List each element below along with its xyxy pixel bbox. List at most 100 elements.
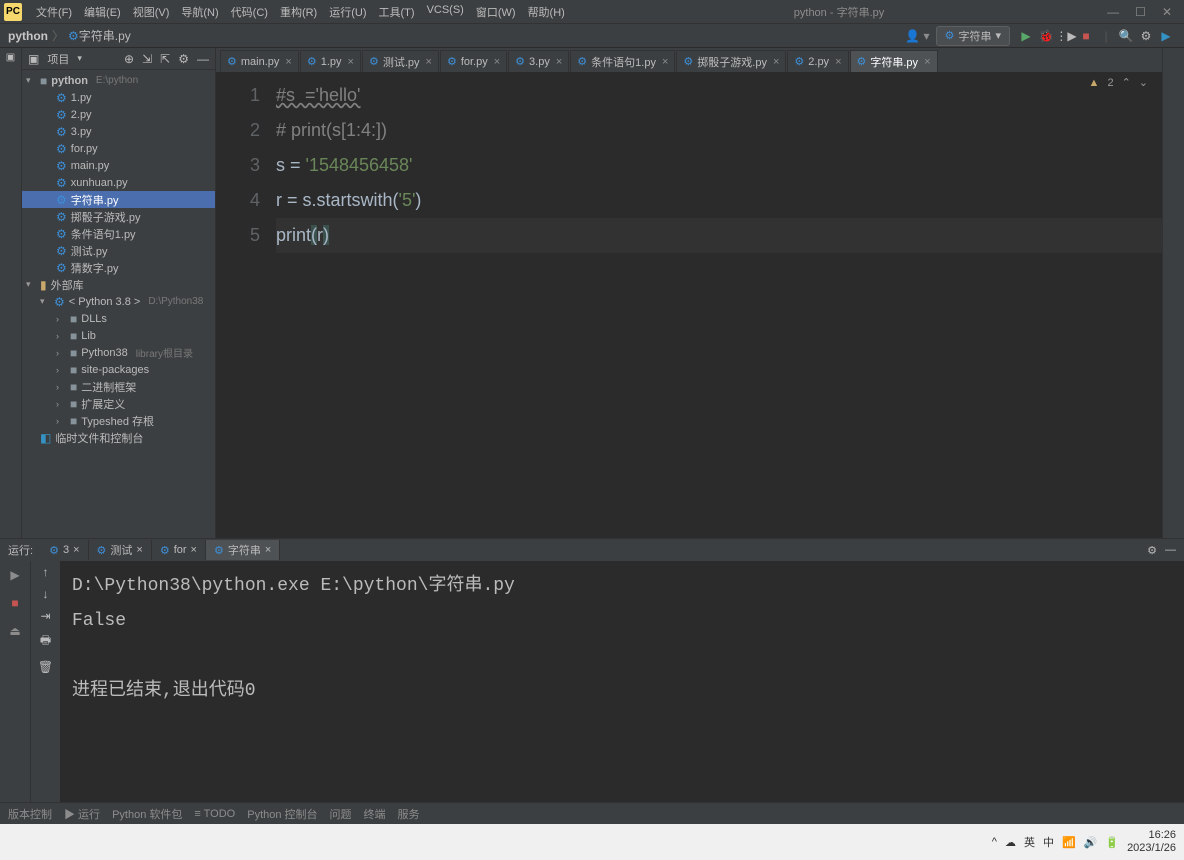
run-tab[interactable]: ⚙测试×	[89, 540, 152, 560]
maximize-icon[interactable]: ☐	[1135, 5, 1146, 19]
menu-item[interactable]: 文件(F)	[30, 4, 78, 20]
close-tab-icon[interactable]: ×	[494, 56, 500, 68]
tree-scratch[interactable]: ◧ 临时文件和控制台	[22, 429, 215, 446]
chevron-down-icon[interactable]: ⌄	[1139, 76, 1148, 89]
run-tab[interactable]: ⚙字符串×	[206, 540, 280, 560]
tree-lib[interactable]: ›■扩展定义	[22, 395, 215, 412]
menu-item[interactable]: 视图(V)	[127, 4, 176, 20]
tray-ime[interactable]: 中	[1043, 834, 1054, 850]
close-tab-icon[interactable]: ×	[662, 56, 668, 68]
editor-tab[interactable]: ⚙掷骰子游戏.py×	[676, 50, 786, 72]
close-tab-icon[interactable]: ×	[136, 544, 142, 556]
bottom-tool-item[interactable]: 服务	[398, 806, 420, 822]
settings-icon[interactable]: ⚙	[178, 52, 189, 66]
tree-file[interactable]: ⚙xunhuan.py	[22, 174, 215, 191]
down-button[interactable]: ↓	[43, 587, 49, 601]
tree-file[interactable]: ⚙2.py	[22, 106, 215, 123]
close-tab-icon[interactable]: ×	[73, 544, 79, 556]
bottom-tool-item[interactable]: Python 控制台	[247, 806, 317, 822]
select-opened-icon[interactable]: ⊕	[124, 52, 134, 66]
close-tab-icon[interactable]: ×	[924, 56, 930, 68]
editor-tab[interactable]: ⚙2.py×	[787, 50, 848, 72]
project-tool-icon[interactable]: ▣	[6, 52, 15, 63]
settings-icon[interactable]: ⚙	[1147, 544, 1157, 557]
hide-icon[interactable]: —	[197, 52, 209, 66]
run-tab[interactable]: ⚙for×	[152, 540, 206, 560]
exit-button[interactable]: ⏏	[5, 621, 25, 641]
stop-button[interactable]: ■	[5, 593, 25, 613]
close-tab-icon[interactable]: ×	[285, 56, 291, 68]
bottom-tool-item[interactable]: 版本控制	[8, 806, 52, 822]
bottom-tool-item[interactable]: ≡ TODO	[194, 808, 235, 820]
sidebar-title[interactable]: 项目	[47, 51, 69, 67]
tray-lang[interactable]: 英	[1024, 834, 1035, 850]
tree-root[interactable]: ▾ ■ python E:\python	[22, 72, 215, 89]
bottom-tool-item[interactable]: 问题	[330, 806, 352, 822]
menu-item[interactable]: 工具(T)	[373, 4, 421, 20]
breadcrumb-project[interactable]: python	[8, 29, 48, 43]
tree-file[interactable]: ⚙字符串.py	[22, 191, 215, 208]
more-run-button[interactable]: ⋮▶	[1056, 26, 1076, 46]
tree-file[interactable]: ⚙掷骰子游戏.py	[22, 208, 215, 225]
chevron-up-icon[interactable]: ⌃	[1122, 76, 1131, 89]
hide-icon[interactable]: —	[1165, 544, 1176, 556]
run-button[interactable]: ▶	[1016, 26, 1036, 46]
menu-item[interactable]: 编辑(E)	[78, 4, 127, 20]
menu-item[interactable]: 导航(N)	[175, 4, 224, 20]
editor-tab[interactable]: ⚙main.py×	[220, 50, 299, 72]
tree-lib[interactable]: ›■site-packages	[22, 361, 215, 378]
tray-date[interactable]: 2023/1/26	[1127, 842, 1176, 855]
run-tab[interactable]: ⚙3×	[41, 540, 88, 560]
search-icon[interactable]: 🔍	[1116, 26, 1136, 46]
tree-lib[interactable]: ›■Typeshed 存根	[22, 412, 215, 429]
code-content[interactable]: #s ='hello'# print(s[1:4:])s = '15484564…	[276, 72, 1162, 538]
editor-tab[interactable]: ⚙1.py×	[300, 50, 361, 72]
console-output[interactable]: D:\Python38\python.exe E:\python\字符串.py …	[60, 561, 1184, 802]
tray-time[interactable]: 16:26	[1127, 829, 1176, 842]
tree-file[interactable]: ⚙测试.py	[22, 242, 215, 259]
up-button[interactable]: ↑	[43, 565, 49, 579]
bottom-tool-item[interactable]: Python 软件包	[112, 806, 182, 822]
close-tab-icon[interactable]: ×	[835, 56, 841, 68]
editor-tab[interactable]: ⚙测试.py×	[362, 50, 439, 72]
tree-file[interactable]: ⚙猜数字.py	[22, 259, 215, 276]
close-tab-icon[interactable]: ×	[348, 56, 354, 68]
close-tab-icon[interactable]: ×	[191, 544, 197, 556]
tray-battery-icon[interactable]: 🔋	[1105, 836, 1119, 849]
tree-external-libs[interactable]: ▾ ▮ 外部库	[22, 276, 215, 293]
run-config-selector[interactable]: ⚙ 字符串 ▾	[936, 26, 1010, 46]
tree-file[interactable]: ⚙条件语句1.py	[22, 225, 215, 242]
tray-wifi-icon[interactable]: 📶	[1062, 836, 1076, 849]
expand-icon[interactable]: ⇲	[142, 52, 152, 66]
breadcrumb-file[interactable]: 字符串.py	[79, 27, 131, 44]
tree-python-env[interactable]: ▾ ⚙ < Python 3.8 > D:\Python38	[22, 293, 215, 310]
clear-button[interactable]: 🗑	[38, 660, 53, 674]
editor-tab[interactable]: ⚙条件语句1.py×	[570, 50, 675, 72]
rerun-button[interactable]: ▶	[5, 565, 25, 585]
inspection-widget[interactable]: ▲ 2 ⌃ ⌄	[1089, 76, 1148, 89]
tree-lib[interactable]: ›■二进制框架	[22, 378, 215, 395]
tree-lib[interactable]: ›■Python38library根目录	[22, 344, 215, 361]
settings-icon[interactable]: ⚙	[1136, 26, 1156, 46]
user-icon[interactable]: 👤 ▾	[905, 29, 929, 43]
menu-item[interactable]: VCS(S)	[421, 4, 470, 20]
close-tab-icon[interactable]: ×	[265, 544, 271, 556]
tree-file[interactable]: ⚙main.py	[22, 157, 215, 174]
menu-item[interactable]: 代码(C)	[225, 4, 274, 20]
close-tab-icon[interactable]: ×	[556, 56, 562, 68]
print-button[interactable]: 🖶	[40, 631, 51, 652]
bottom-tool-item[interactable]: 终端	[364, 806, 386, 822]
collapse-icon[interactable]: ⇱	[160, 52, 170, 66]
debug-button[interactable]: 🐞	[1036, 26, 1056, 46]
tree-file[interactable]: ⚙3.py	[22, 123, 215, 140]
learn-icon[interactable]: ▶	[1156, 26, 1176, 46]
menu-item[interactable]: 重构(R)	[274, 4, 323, 20]
bottom-tool-item[interactable]: ▶ 运行	[64, 806, 100, 822]
tray-chevron-icon[interactable]: ^	[992, 836, 997, 848]
editor-tab[interactable]: ⚙for.py×	[440, 50, 507, 72]
wrap-button[interactable]: ⇥	[40, 609, 50, 623]
menu-item[interactable]: 运行(U)	[323, 4, 372, 20]
editor-tab[interactable]: ⚙字符串.py×	[850, 50, 938, 72]
tray-volume-icon[interactable]: 🔊	[1084, 836, 1098, 849]
code-editor[interactable]: 12345 #s ='hello'# print(s[1:4:])s = '15…	[216, 72, 1162, 538]
